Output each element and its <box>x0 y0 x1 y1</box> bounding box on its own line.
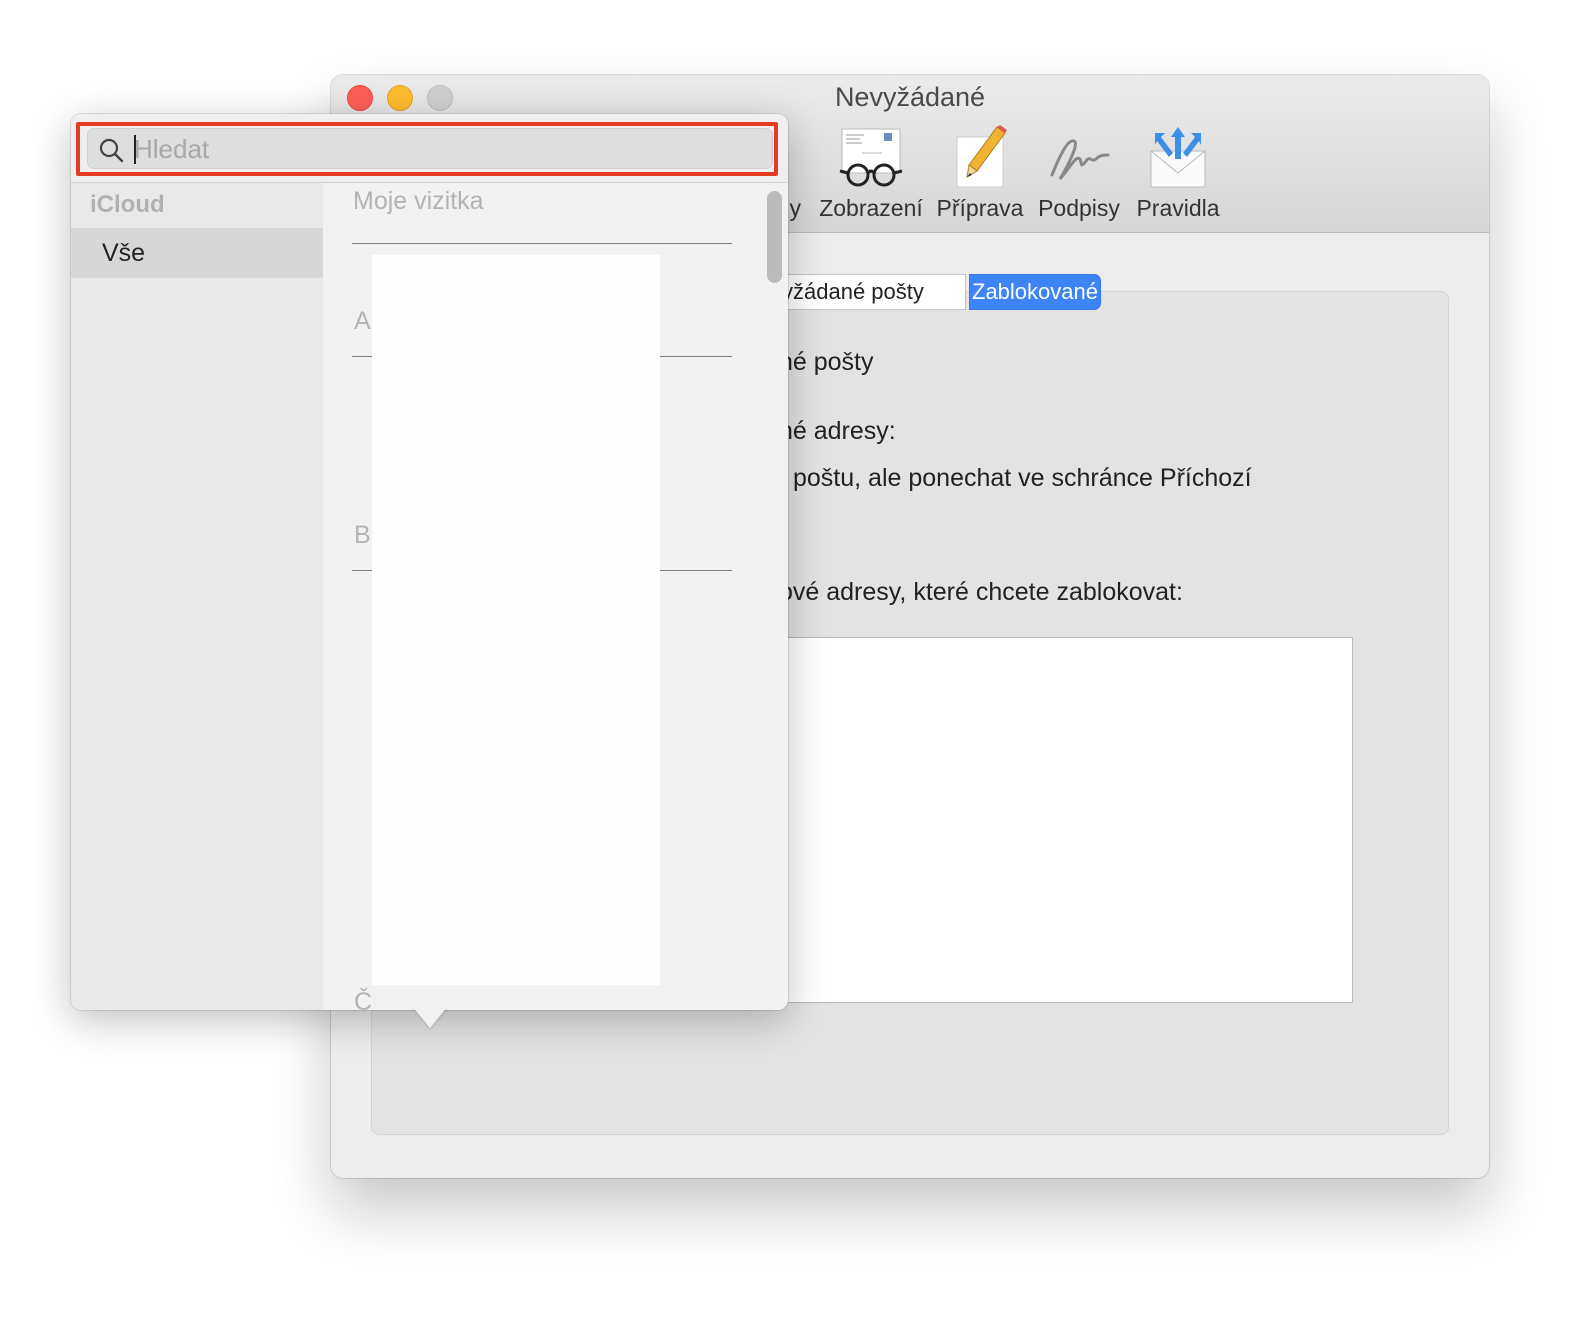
glasses-icon <box>839 128 903 187</box>
pref-text-line: né pošty <box>779 348 874 376</box>
toolbar-item-label: Pravidla <box>1136 195 1220 221</box>
contacts-list[interactable]: Moje vizitka A B Č <box>323 183 788 1010</box>
redacted-contacts <box>372 255 660 985</box>
groups-sidebar: iCloud Vše <box>71 183 323 1010</box>
group-header-icloud: iCloud <box>90 191 165 218</box>
section-letter-c-caron: Č <box>354 988 373 1010</box>
signature-icon <box>1050 139 1110 180</box>
popover-arrow <box>412 1006 448 1028</box>
pref-text-line: poštu, ale ponechat ve schránce Příchozí <box>793 464 1252 492</box>
pref-text-line: né adresy: <box>779 417 896 445</box>
pref-text-line: ové adresy, které chcete zablokovat: <box>779 578 1183 606</box>
divider <box>352 243 732 244</box>
group-item-label: Vše <box>102 239 146 267</box>
popover-search-area <box>71 114 788 183</box>
group-item-all[interactable]: Vše <box>71 228 323 278</box>
scrollbar[interactable] <box>767 191 782 283</box>
toolbar-item-rules[interactable]: Pravidla <box>1123 125 1233 225</box>
contacts-popover: iCloud Vše Moje vizitka A B Č <box>71 114 788 1010</box>
window-title: Nevyžádané <box>834 82 986 112</box>
search-highlight-box <box>76 122 778 176</box>
blocked-address-list[interactable]: . . e <box>761 637 1353 1003</box>
tab-junk-mail[interactable]: yžádané pošty <box>761 274 966 310</box>
rules-envelope-icon <box>1150 127 1206 188</box>
pencil-icon <box>956 125 1007 188</box>
toolbar-item-viewing[interactable]: Zobrazení <box>816 125 926 225</box>
section-letter-b: B <box>354 521 371 549</box>
my-card-entry[interactable]: Moje vizitka <box>353 187 484 216</box>
tab-blocked[interactable]: Zablokované <box>969 274 1101 310</box>
section-letter-a: A <box>354 307 371 335</box>
